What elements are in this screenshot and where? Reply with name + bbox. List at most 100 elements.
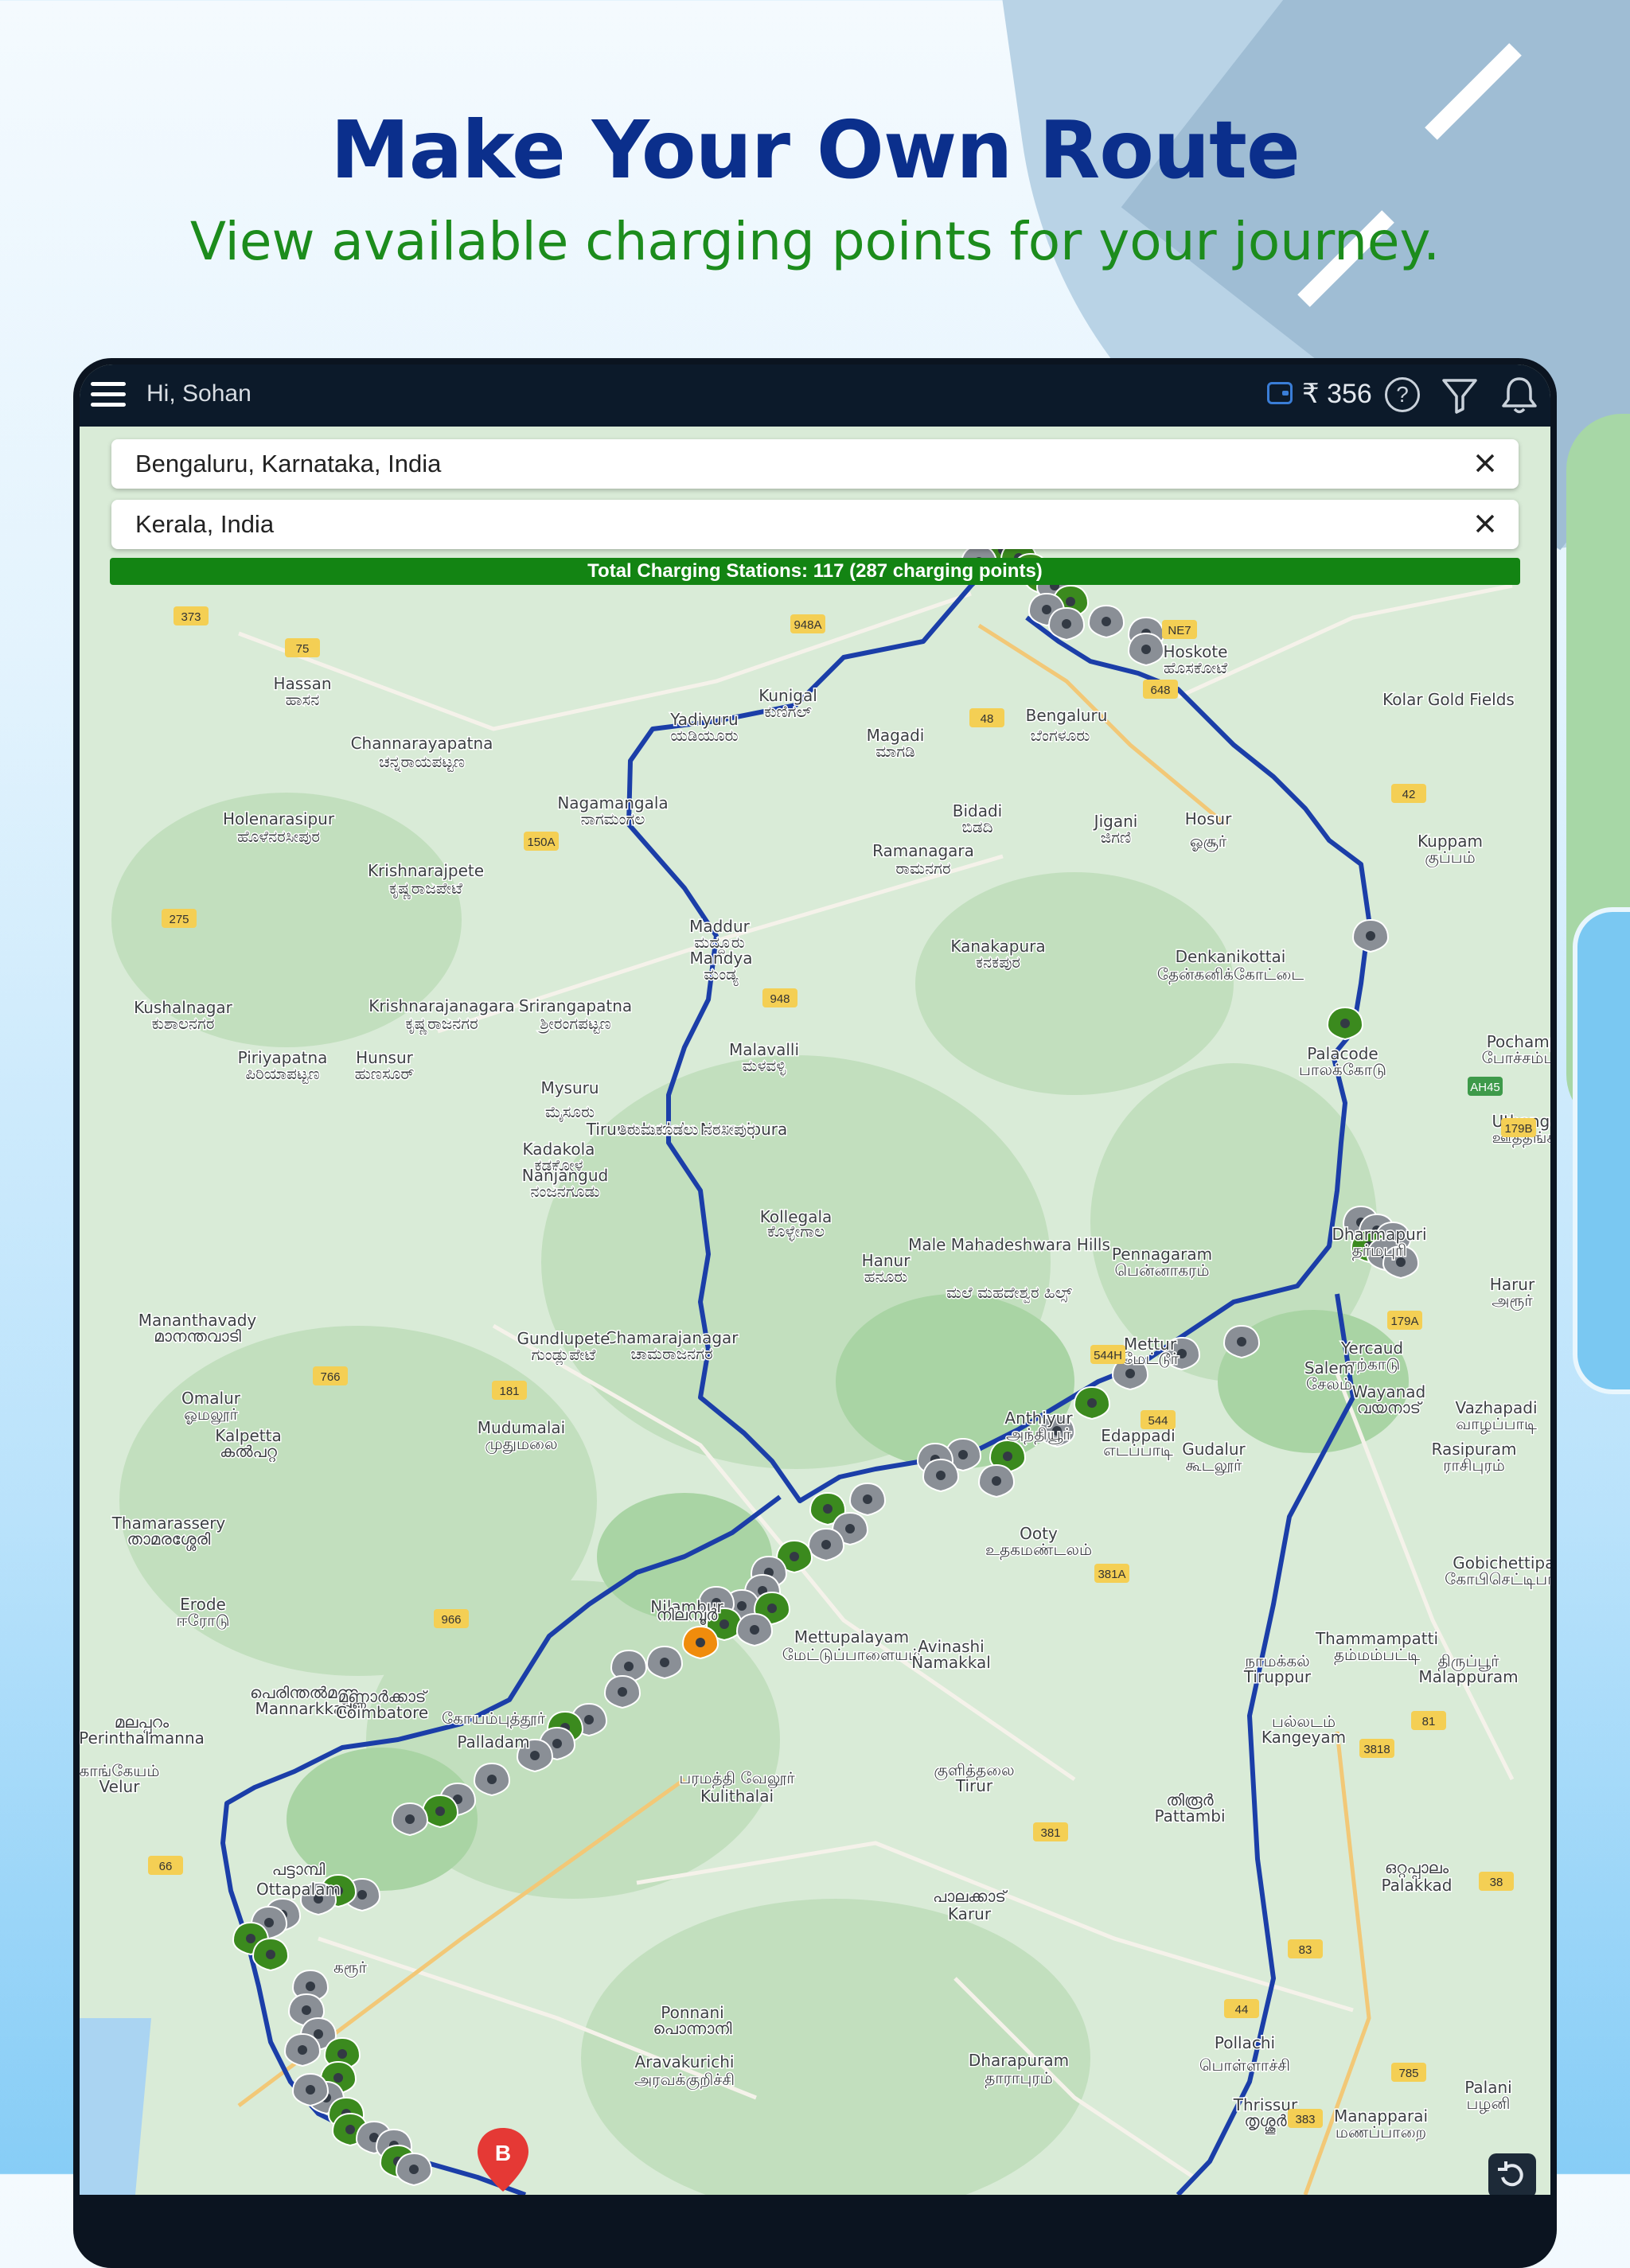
road-number-shield: 181 [492, 1381, 527, 1400]
charging-station-marker[interactable] [395, 2152, 433, 2187]
map-place-label: ಶ್ರೀರಂಗಪಟ್ಟಣ [538, 1014, 611, 1034]
map-place-label: കൽപറ്റ [220, 1442, 277, 1463]
road-number-label: 948A [794, 618, 821, 632]
map-place-label: ಪಿರಿಯಾಪಟ್ಟಣ [245, 1064, 319, 1084]
map-place-label: ಕೃಷ್ಣರಾಜಪೇಟೆ [389, 879, 462, 899]
charging-station-marker[interactable] [735, 1612, 774, 1647]
charging-station-marker[interactable] [848, 1482, 887, 1517]
map-place-label: ಕುಶಾಲನಗರ [152, 1014, 215, 1033]
road-number-shield: 766 [313, 1366, 348, 1385]
charging-station-marker[interactable] [1222, 1324, 1261, 1359]
map-place-label: Srirangapatna [519, 996, 632, 1015]
clear-origin-icon[interactable] [1469, 447, 1501, 479]
map-place-label: கரூர் [333, 1958, 368, 1978]
road-number-shield: 179B [1501, 1118, 1536, 1137]
road-number-label: 648 [1150, 684, 1170, 697]
clear-destination-icon[interactable] [1469, 508, 1501, 540]
road-number-label: 381 [1040, 1826, 1060, 1840]
charging-station-marker[interactable] [1351, 918, 1390, 953]
charging-station-marker[interactable] [977, 1463, 1016, 1498]
map-place-label: தம்மம்பட்டி [1334, 1645, 1420, 1665]
road-number-label: 75 [296, 642, 310, 656]
filter-icon[interactable] [1441, 377, 1479, 414]
road-number-label: 83 [1299, 1943, 1312, 1957]
road-number-label: 44 [1235, 2003, 1249, 2017]
map-place-label: தர்மபுரி [1352, 1241, 1407, 1261]
map-place-label: தாராபுரம் [985, 2068, 1053, 2088]
charging-station-marker[interactable] [252, 1937, 290, 1972]
map-place-label: ಹುಣಸೂರ್ [355, 1064, 415, 1083]
recenter-button[interactable] [1488, 2153, 1536, 2195]
origin-field[interactable]: Bengaluru, Karnataka, India [111, 439, 1519, 489]
map-place-label: Velur [99, 1777, 141, 1796]
map-place-label: Pollachi [1215, 2033, 1275, 2052]
map-place-label: Denkanikottai [1176, 947, 1286, 966]
map-place-label: சேலம் [1306, 1374, 1352, 1393]
charging-station-marker[interactable] [291, 2072, 330, 2107]
map-place-label: Kolar Gold Fields [1382, 690, 1515, 709]
map-place-label: ஓமலூர் [184, 1405, 238, 1424]
road-number-label: 383 [1295, 2113, 1315, 2126]
road-number-shield: 648 [1143, 680, 1178, 699]
charging-station-marker[interactable] [922, 1458, 960, 1493]
menu-icon[interactable] [91, 382, 126, 407]
map-place-label: Aravakurichi [635, 2052, 735, 2071]
charging-station-marker[interactable] [807, 1527, 845, 1562]
road-number-shield: 42 [1391, 784, 1426, 803]
road-number-label: 179A [1390, 1315, 1418, 1328]
charging-station-marker[interactable] [1047, 606, 1086, 641]
map-place-label: പൊന്നാനി [653, 2019, 733, 2038]
app-bar: Hi, Sohan ₹ 356 ? [80, 364, 1550, 427]
map-place-label: ಕನಕಪುರ [976, 953, 1020, 972]
charging-station-marker[interactable] [681, 1625, 719, 1660]
road-number-label: 42 [1402, 788, 1416, 801]
road-number-label: 150A [527, 836, 555, 849]
map-place-label: ಕೃಷ್ಣರಾಜನಗರ [405, 1014, 478, 1035]
charging-station-marker[interactable] [283, 2032, 322, 2067]
charging-station-marker[interactable] [1326, 1006, 1364, 1041]
map-place-label: தேன்கனிக்கோட்டை [1157, 964, 1304, 984]
road-number-shield: 948 [762, 988, 797, 1007]
map-place-label: Karur [948, 1904, 992, 1923]
road-number-shield: 373 [174, 606, 209, 625]
map-place-label: ಯಡಿಯೂರು [670, 726, 738, 745]
bell-icon[interactable] [1499, 374, 1539, 415]
map-place-label: Dharapuram [969, 2051, 1069, 2070]
charging-station-marker[interactable] [1127, 632, 1165, 667]
road-number-label: 544 [1148, 1414, 1168, 1428]
background-blue-shape [1573, 907, 1630, 1394]
map-place-label: கூடலூர் [1186, 1455, 1242, 1475]
destination-input[interactable]: Kerala, India [135, 510, 274, 539]
road-number-shield: 544H [1090, 1345, 1125, 1364]
road-number-shield: 48 [969, 708, 1004, 727]
map-place-label: പട്ടാമ്പി [272, 1860, 326, 1879]
map-place-label: താമരശ്ശേരി [127, 1530, 211, 1551]
destination-field[interactable]: Kerala, India [111, 500, 1519, 549]
wallet-balance[interactable]: ₹ 356 [1302, 378, 1372, 410]
road-number-label: 544H [1094, 1349, 1122, 1362]
map-place-label: ஓசூர் [1190, 832, 1227, 851]
charging-station-marker[interactable] [645, 1645, 684, 1680]
map-place-label: முதுமலை [485, 1434, 557, 1454]
map-place-label: எடப்பாடி [1103, 1440, 1173, 1460]
map-place-label: போச்சம்பள்ளி [1482, 1048, 1550, 1067]
hero-title: Make Your Own Route [330, 103, 1300, 197]
charging-station-marker[interactable] [1087, 604, 1125, 639]
road-number-shield: 75 [285, 638, 320, 657]
road-number-label: 66 [159, 1860, 173, 1873]
map-place-label: Ramanagara [872, 841, 974, 860]
road-number-shield: 383 [1288, 2109, 1323, 2128]
wallet-icon[interactable] [1267, 382, 1293, 404]
map-place-label: உதகமண்டலம் [985, 1540, 1092, 1560]
charging-station-marker[interactable] [391, 1802, 429, 1837]
road-number-shield: 948A [790, 614, 825, 633]
map-place-label: വയനാട് [1357, 1398, 1423, 1417]
charging-station-marker[interactable] [603, 1674, 641, 1709]
help-icon[interactable]: ? [1385, 377, 1420, 412]
road-number-label: 3818 [1363, 1743, 1390, 1756]
map-place-label: Holenarasipur [223, 809, 335, 828]
route-map[interactable]: A B HassanಹಾಸನChannarayapatnaಚನ್ನರಾಯಪಟ್ಟ… [80, 427, 1550, 2195]
charging-station-marker[interactable] [1073, 1385, 1111, 1420]
origin-input[interactable]: Bengaluru, Karnataka, India [135, 450, 441, 478]
charging-station-marker[interactable] [473, 1762, 511, 1797]
